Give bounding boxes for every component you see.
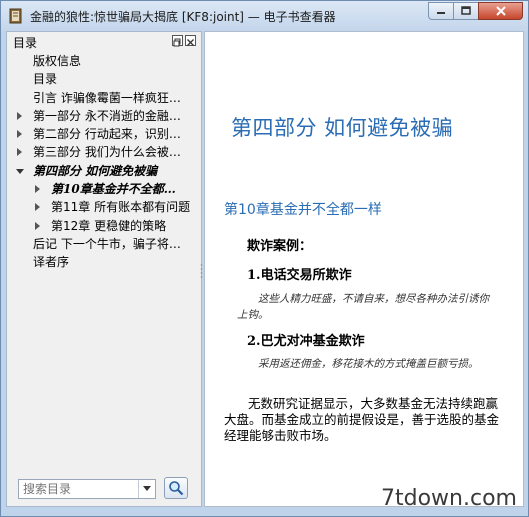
toc-item-label: 第四部分 如何避免被骗 xyxy=(33,163,158,178)
toc-item[interactable]: 第四部分 如何避免被骗 xyxy=(7,162,201,180)
fraud-cases-heading: 欺诈案例： xyxy=(247,239,313,254)
toc-search-button[interactable] xyxy=(164,477,188,499)
case2-text: 采用返还佣金，移花接木的方式掩盖巨额亏损。 xyxy=(258,358,479,370)
toc-search-input[interactable] xyxy=(19,480,135,498)
close-icon xyxy=(187,39,194,46)
toc-item-label: 译者序 xyxy=(33,255,70,270)
expand-arrow-icon[interactable] xyxy=(17,148,22,157)
float-panel-button[interactable] xyxy=(172,35,183,47)
body-paragraph: 无数研究证据显示，大多数基金无法持续跑赢大盘。而基金成立的前提假设是，善于选股的… xyxy=(224,396,500,443)
toc-item[interactable]: 第一部分 永不消逝的金融… xyxy=(7,107,201,125)
toc-item-label: 第三部分 我们为什么会被… xyxy=(33,145,181,160)
expand-arrow-icon[interactable] xyxy=(17,111,22,120)
toc-item-label: 第10章基金并不全都… xyxy=(51,182,176,197)
ebook-viewer-window: 金融的狼性:惊世骗局大揭底 [KF8:joint] — 电子书查看器 目录 版权… xyxy=(0,0,529,517)
toc-item[interactable]: 第10章基金并不全都… xyxy=(7,180,201,198)
window-title: 金融的狼性:惊世骗局大揭底 [KF8:joint] — 电子书查看器 xyxy=(30,10,336,24)
toc-item-label: 第12章 更稳健的策略 xyxy=(51,218,167,233)
search-icon xyxy=(169,481,184,496)
expand-arrow-icon[interactable] xyxy=(35,203,40,212)
site-watermark: 7tdown.com xyxy=(381,486,517,511)
toc-search-box[interactable] xyxy=(18,479,156,499)
minimize-button[interactable] xyxy=(428,2,454,20)
chapter-title: 第10章基金并不全都一样 xyxy=(224,202,382,218)
toc-panel-title: 目录 xyxy=(13,36,38,50)
toc-item-label: 目录 xyxy=(33,72,58,87)
close-icon xyxy=(495,6,506,16)
collapse-arrow-icon[interactable] xyxy=(16,168,24,174)
toc-item[interactable]: 第11章 所有账本都有问题 xyxy=(7,198,201,216)
toc-item[interactable]: 引言 诈骗像霉菌一样疯狂… xyxy=(7,89,201,107)
toc-item-label: 第二部分 行动起来，识别… xyxy=(33,127,181,142)
toc-panel: 目录 版权信息 目录 引言 诈骗像霉菌一样疯狂… 第一部分 永不消逝的金融… 第二部分 … xyxy=(6,31,202,507)
toc-item[interactable]: 后记 下一个牛市，骗子将… xyxy=(7,235,201,253)
toc-panel-header: 目录 xyxy=(7,32,201,50)
case2-heading: 2.巴尤对冲基金欺诈 xyxy=(247,334,365,349)
minimize-icon xyxy=(437,12,445,14)
book-content-view[interactable]: 第四部分 如何避免被骗 第10章基金并不全都一样 欺诈案例： 1.电话交易所欺诈… xyxy=(204,31,524,507)
window-controls xyxy=(428,2,523,20)
toc-item-label: 引言 诈骗像霉菌一样疯狂… xyxy=(33,90,181,105)
toc-item-label: 第一部分 永不消逝的金融… xyxy=(33,108,181,123)
chevron-down-icon xyxy=(143,486,151,491)
title-bar[interactable]: 金融的狼性:惊世骗局大揭底 [KF8:joint] — 电子书查看器 xyxy=(1,1,528,31)
toc-item[interactable]: 第12章 更稳健的策略 xyxy=(7,217,201,235)
toc-item-label: 后记 下一个牛市，骗子将… xyxy=(33,236,181,251)
expand-arrow-icon[interactable] xyxy=(35,185,40,194)
search-history-dropdown[interactable] xyxy=(138,480,155,498)
toc-item[interactable]: 译者序 xyxy=(7,253,201,271)
case1-heading: 1.电话交易所欺诈 xyxy=(247,268,352,283)
toc-item[interactable]: 第三部分 我们为什么会被… xyxy=(7,143,201,161)
maximize-icon xyxy=(461,6,471,15)
toc-item[interactable]: 第二部分 行动起来，识别… xyxy=(7,125,201,143)
splitter-handle[interactable] xyxy=(200,263,203,281)
toc-tree: 版权信息目录引言 诈骗像霉菌一样疯狂… 第一部分 永不消逝的金融… 第二部分 行动起… xyxy=(7,52,201,272)
toc-item-label: 版权信息 xyxy=(33,54,82,68)
close-panel-button[interactable] xyxy=(185,35,196,46)
toc-item-label: 第11章 所有账本都有问题 xyxy=(51,200,191,215)
toc-item[interactable]: 版权信息 xyxy=(7,52,201,70)
app-book-icon xyxy=(9,8,22,24)
expand-arrow-icon[interactable] xyxy=(35,221,40,230)
maximize-button[interactable] xyxy=(453,2,479,20)
float-icon xyxy=(173,38,181,47)
toc-item[interactable]: 目录 xyxy=(7,70,201,88)
close-button[interactable] xyxy=(478,2,523,20)
part-title: 第四部分 如何避免被骗 xyxy=(231,116,454,140)
grip-icon xyxy=(200,264,203,278)
case1-text: 这些人精力旺盛，不请自来，想尽各种办法引诱你上钩。 xyxy=(237,293,489,321)
expand-arrow-icon[interactable] xyxy=(17,130,22,139)
